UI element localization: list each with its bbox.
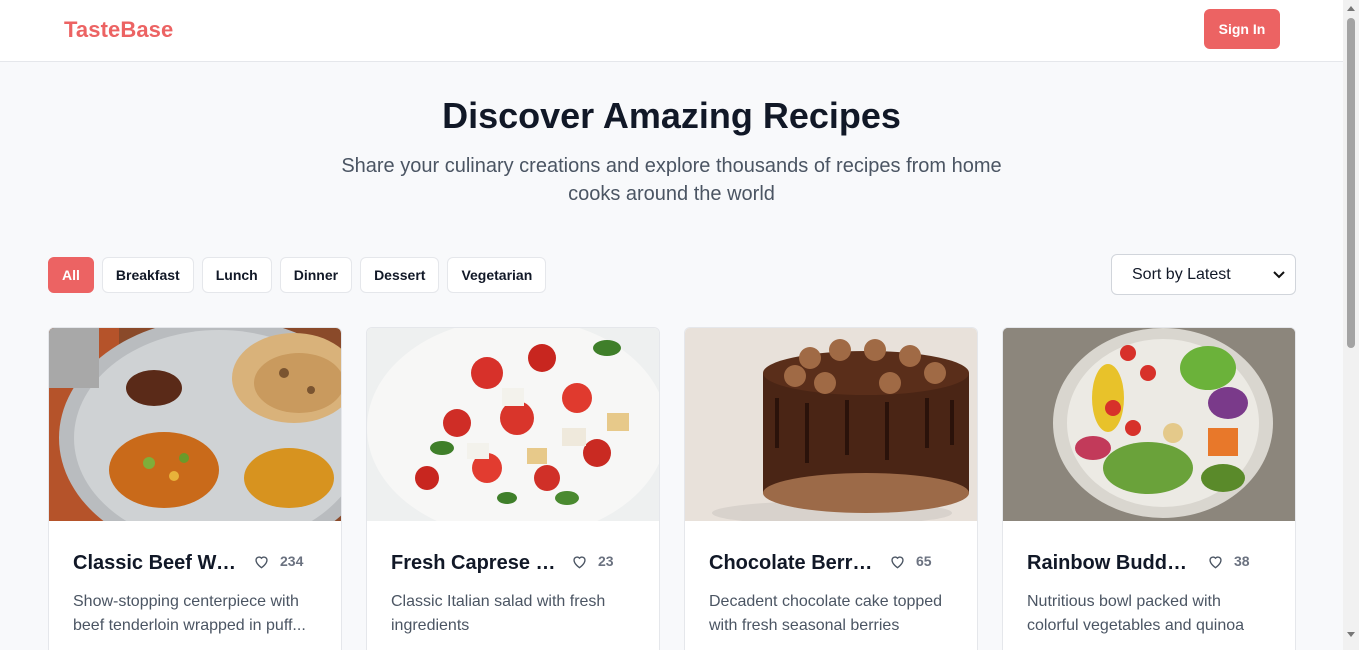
sort-selected-value: Sort by Latest [1132,265,1231,283]
page-subtitle: Share your culinary creations and explor… [341,155,1002,205]
recipe-image[interactable] [367,328,659,521]
scroll-thumb[interactable] [1347,18,1355,348]
recipe-image[interactable] [49,328,341,521]
like-count: 234 [280,553,304,569]
chevron-down-icon [1273,268,1285,282]
likes: 38 [1207,553,1250,569]
heart-icon[interactable] [1207,554,1224,569]
heart-icon[interactable] [889,554,906,569]
filter-vegetarian[interactable]: Vegetarian [447,257,547,293]
recipe-card[interactable]: Rainbow Buddha ... 38 Nutritious bowl pa… [1002,327,1296,650]
recipe-title[interactable]: Chocolate Berry ... [709,552,879,575]
page-title: Discover Amazing Recipes [442,95,901,136]
filter-lunch[interactable]: Lunch [201,257,272,293]
recipe-description: Classic Italian salad with fresh ingredi… [391,593,606,634]
recipe-card[interactable]: Chocolate Berry ... 65 Decadent chocolat… [684,327,978,650]
recipe-card[interactable]: Fresh Caprese Sal... 23 Classic Italian … [366,327,660,650]
category-filters: All Breakfast Lunch Dinner Dessert Veget… [48,257,547,293]
sort-select[interactable]: Sort by Latest [1111,254,1296,295]
top-nav: TasteBase Sign In [0,0,1343,62]
scroll-up-arrow-icon[interactable] [1347,6,1355,11]
recipe-card[interactable]: Classic Beef Well... 234 Show-stopping c… [48,327,342,650]
likes: 65 [889,553,932,569]
recipe-image[interactable] [685,328,977,521]
recipe-image[interactable] [1003,328,1295,521]
recipe-description: Nutritious bowl packed with colorful veg… [1027,593,1245,634]
recipe-description: Decadent chocolate cake topped with fres… [709,593,943,634]
likes: 234 [253,553,303,569]
heart-icon[interactable] [571,554,588,569]
filter-dessert[interactable]: Dessert [360,257,440,293]
scroll-down-arrow-icon[interactable] [1347,632,1355,637]
recipe-title[interactable]: Rainbow Buddha ... [1027,552,1197,575]
recipe-description: Show-stopping centerpiece with beef tend… [73,593,306,634]
likes: 23 [571,553,614,569]
like-count: 65 [916,553,932,569]
heart-icon[interactable] [253,554,270,569]
filter-breakfast[interactable]: Breakfast [101,257,194,293]
recipe-title[interactable]: Fresh Caprese Sal... [391,552,561,575]
sign-in-button[interactable]: Sign In [1204,9,1280,49]
recipe-title[interactable]: Classic Beef Well... [73,552,243,575]
filter-all[interactable]: All [48,257,94,293]
filter-dinner[interactable]: Dinner [279,257,353,293]
like-count: 38 [1234,553,1250,569]
page: TasteBase Sign In Discover Amazing Recip… [0,0,1343,650]
like-count: 23 [598,553,614,569]
logo[interactable]: TasteBase [64,17,173,43]
vertical-scrollbar[interactable] [1343,0,1359,650]
